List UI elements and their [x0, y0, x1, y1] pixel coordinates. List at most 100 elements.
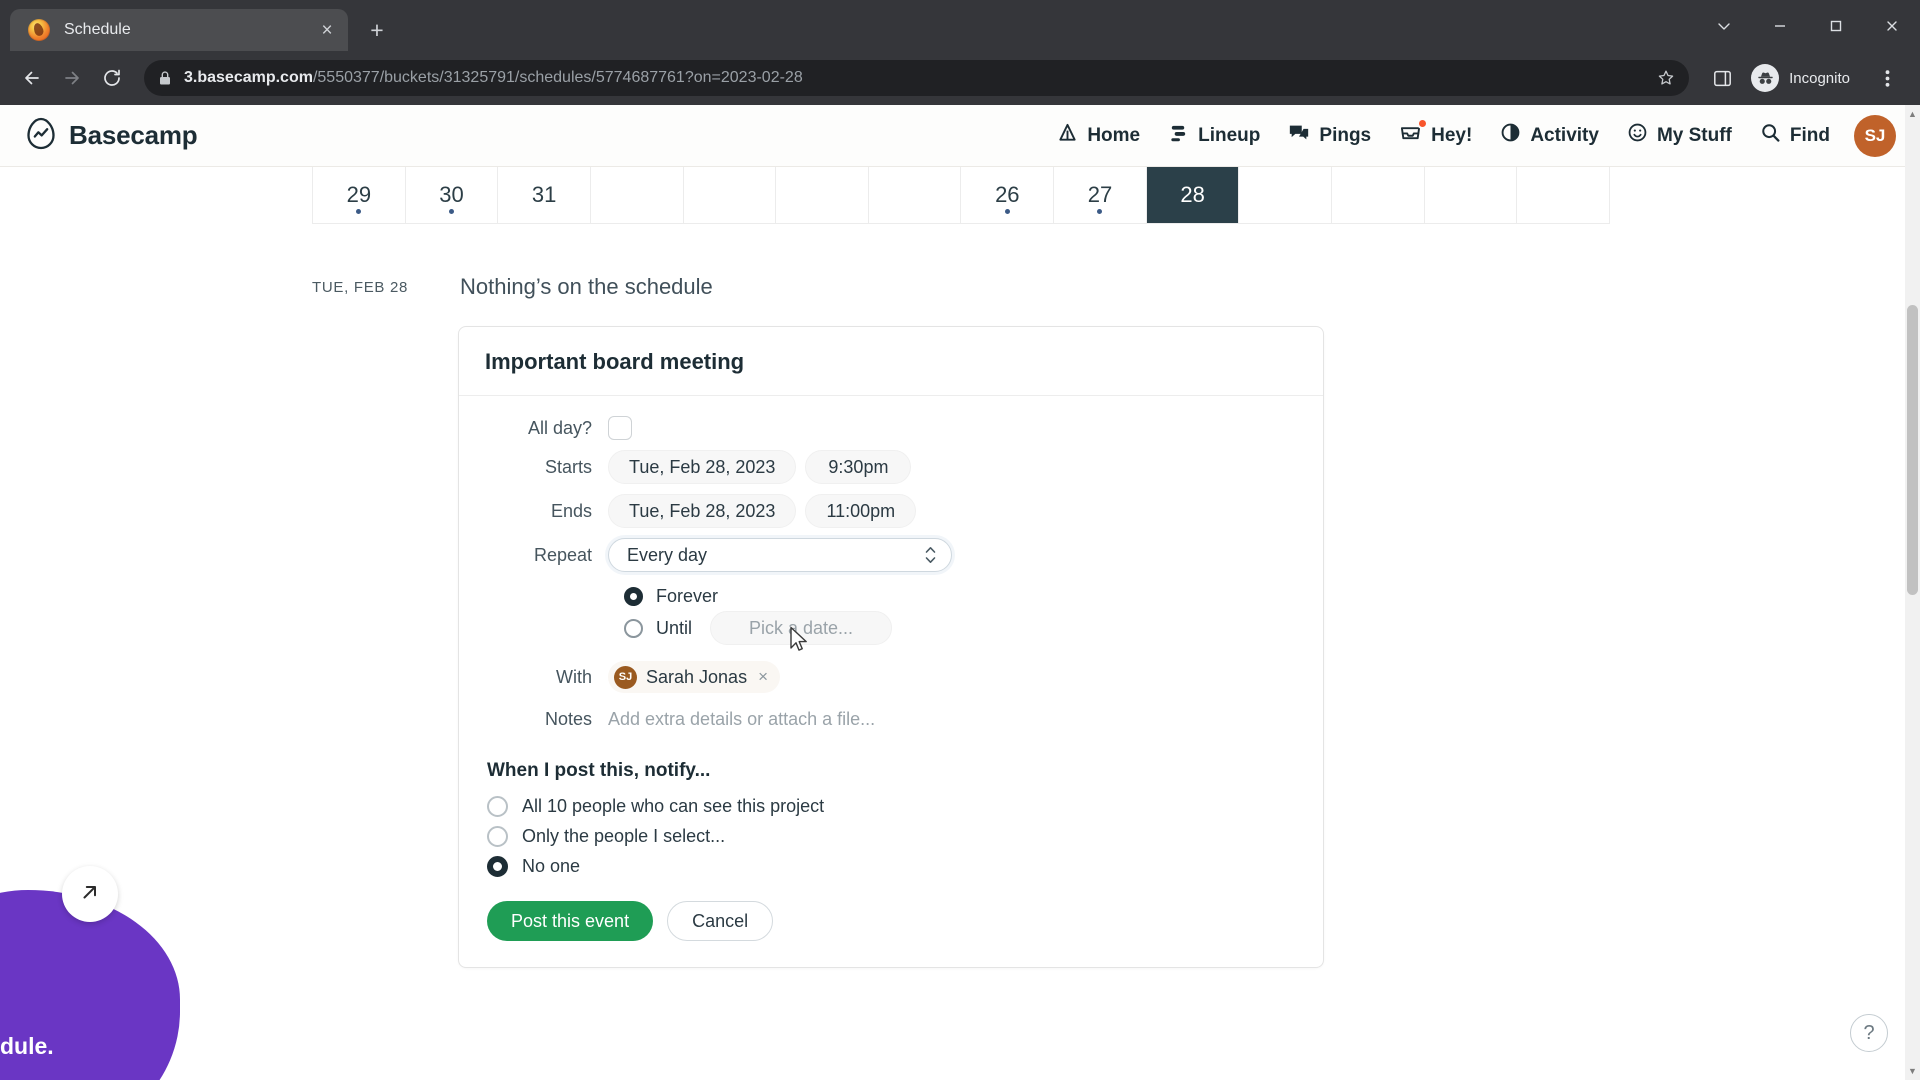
- calendar-day-cell: [1517, 167, 1609, 223]
- nav-item-lineup[interactable]: Lineup: [1168, 122, 1260, 149]
- calendar-day-cell[interactable]: 31: [498, 167, 591, 223]
- notify-none-label: No one: [522, 856, 581, 876]
- calendar-strip-wrap: 29 30 31 26 27 28: [0, 167, 1920, 224]
- notification-badge: [1417, 118, 1429, 129]
- all-day-checkbox[interactable]: [608, 416, 632, 440]
- notify-all-label: All 10 people who can see this project: [522, 796, 825, 816]
- repeat-forever-label: Forever: [656, 586, 719, 606]
- arrow-up-right-icon: [78, 880, 102, 909]
- repeat-until-row[interactable]: Until Pick a date...: [624, 611, 1297, 645]
- incognito-icon: [1751, 64, 1780, 92]
- promo-expand-button[interactable]: [62, 866, 118, 922]
- notify-option-all[interactable]: All 10 people who can see this project: [487, 796, 1297, 817]
- starts-date-field[interactable]: Tue, Feb 28, 2023: [608, 450, 797, 484]
- help-button[interactable]: ?: [1850, 1014, 1888, 1052]
- repeat-forever-radio[interactable]: [624, 587, 643, 606]
- calendar-day-cell-selected[interactable]: 28: [1146, 167, 1240, 223]
- incognito-label: Incognito: [1789, 69, 1850, 87]
- notify-all-radio[interactable]: [487, 796, 508, 817]
- close-icon[interactable]: ×: [314, 17, 340, 43]
- repeat-forever-row[interactable]: Forever: [624, 586, 1297, 607]
- app-title: Basecamp: [69, 120, 198, 150]
- tab-strip: Schedule × +: [0, 0, 1920, 51]
- nav-item-pings[interactable]: Pings: [1288, 122, 1371, 149]
- ends-date-field[interactable]: Tue, Feb 28, 2023: [608, 494, 797, 528]
- person-avatar: SJ: [614, 665, 637, 689]
- scroll-down-icon[interactable]: ▼: [1907, 1064, 1918, 1078]
- smiley-face-icon: [1627, 122, 1648, 149]
- back-icon[interactable]: [14, 60, 50, 96]
- post-event-button[interactable]: Post this event: [487, 901, 654, 941]
- with-row: With SJ Sarah Jonas ×: [485, 661, 1297, 693]
- app-nav: Home Lineup Pings Hey! Activity My Stuff…: [1057, 118, 1830, 149]
- half-circle-icon: [1500, 122, 1521, 149]
- browser-tab-schedule[interactable]: Schedule ×: [10, 9, 348, 51]
- calendar-day-number: 30: [439, 182, 464, 207]
- nav-item-home[interactable]: Home: [1057, 122, 1140, 149]
- kebab-menu-icon[interactable]: [1868, 59, 1906, 97]
- window-close-icon[interactable]: [1864, 4, 1920, 48]
- maximize-icon[interactable]: [1808, 4, 1864, 48]
- ends-row: Ends Tue, Feb 28, 2023 11:00pm: [485, 494, 1297, 528]
- event-dot: [448, 209, 454, 214]
- url-domain: 3.basecamp.com: [184, 69, 313, 86]
- notify-select-label: Only the people I select...: [522, 826, 726, 846]
- notify-select-radio[interactable]: [487, 826, 508, 847]
- calendar-day-cell[interactable]: 30: [406, 167, 499, 223]
- calendar-day-cell[interactable]: 29: [313, 167, 406, 223]
- calendar-day-cell[interactable]: 26: [961, 167, 1055, 223]
- new-tab-button[interactable]: +: [360, 13, 394, 47]
- nav-item-activity[interactable]: Activity: [1500, 122, 1599, 149]
- form-actions: Post this event Cancel: [487, 901, 1297, 941]
- repeat-select[interactable]: Every day: [608, 538, 952, 572]
- notify-heading: When I post this, notify...: [487, 760, 711, 781]
- avatar[interactable]: SJ: [1854, 114, 1896, 157]
- calendar-day-cell: [1239, 167, 1333, 223]
- event-form-header: Important board meeting: [459, 327, 1323, 396]
- reload-icon[interactable]: [94, 60, 130, 96]
- nav-label-activity: Activity: [1530, 124, 1599, 146]
- calendar-day-number: 27: [1087, 182, 1113, 207]
- page-scrollbar[interactable]: ▲ ▼: [1905, 105, 1920, 1080]
- address-bar[interactable]: 3.basecamp.com/5550377/buckets/31325791/…: [144, 60, 1690, 96]
- ends-time-field[interactable]: 11:00pm: [805, 494, 917, 528]
- forward-icon[interactable]: [54, 60, 90, 96]
- nav-item-find[interactable]: Find: [1760, 122, 1830, 149]
- notes-input[interactable]: Add extra details or attach a file...: [608, 709, 875, 730]
- calendar-day-number: 26: [995, 182, 1020, 207]
- starts-time-field[interactable]: 9:30pm: [805, 450, 912, 484]
- scroll-up-icon[interactable]: ▲: [1907, 107, 1918, 121]
- nav-item-hey[interactable]: Hey!: [1399, 118, 1472, 149]
- scroll-thumb[interactable]: [1907, 305, 1918, 595]
- repeat-until-radio[interactable]: [624, 618, 643, 638]
- ends-label: Ends: [550, 500, 592, 521]
- repeat-until-label: Until: [656, 617, 693, 638]
- side-panel-icon[interactable]: [1703, 59, 1741, 97]
- all-day-row: All day?: [485, 416, 1297, 440]
- repeat-until-date-input[interactable]: Pick a date...: [710, 611, 893, 645]
- repeat-label: Repeat: [533, 544, 592, 565]
- calendar-day-cell[interactable]: 27: [1054, 167, 1147, 223]
- notify-none-radio[interactable]: [487, 856, 508, 877]
- notify-option-select[interactable]: Only the people I select...: [487, 826, 1297, 847]
- schedule-content: TUE, FEB 28 Nothing’s on the schedule Im…: [0, 224, 1920, 968]
- event-dot: [1097, 209, 1103, 214]
- notify-option-none[interactable]: No one: [487, 856, 1297, 877]
- basecamp-mark-icon: [24, 116, 58, 155]
- event-dot: [1004, 209, 1010, 214]
- star-icon[interactable]: [1643, 69, 1675, 87]
- chevron-down-icon[interactable]: [1696, 4, 1752, 48]
- nav-item-my-stuff[interactable]: My Stuff: [1627, 122, 1732, 149]
- remove-person-icon[interactable]: ×: [758, 667, 768, 687]
- incognito-indicator[interactable]: Incognito: [1745, 59, 1864, 97]
- with-label: With: [556, 666, 592, 687]
- minimize-icon[interactable]: [1752, 4, 1808, 48]
- nav-label-my-stuff: My Stuff: [1656, 124, 1732, 146]
- person-chip[interactable]: SJ Sarah Jonas ×: [608, 661, 781, 693]
- nav-label-find: Find: [1789, 124, 1830, 146]
- calendar-day-cell: [684, 167, 777, 223]
- cancel-button[interactable]: Cancel: [667, 901, 774, 941]
- notes-row: Notes Add extra details or attach a file…: [485, 709, 1297, 730]
- calendar-strip: 29 30 31 26 27 28: [312, 167, 1610, 224]
- basecamp-logo[interactable]: Basecamp: [24, 116, 198, 155]
